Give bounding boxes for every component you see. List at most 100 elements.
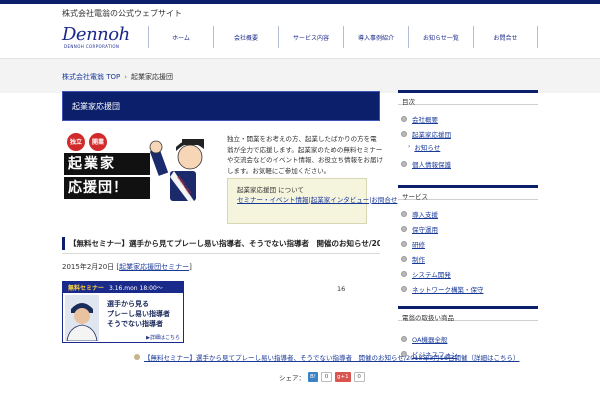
info-box: 起業家応援団 について セミナー・イベント情報|起業家インタビュー|お問合せ xyxy=(227,178,397,224)
sidebar-item-label: 研修 xyxy=(412,240,425,249)
speaker-face xyxy=(74,308,90,324)
sidebar-list: 導入支援 保守運用 研修 制作 システム開発 ネットワーク構築・保守 xyxy=(398,206,538,296)
entrepreneur-banner[interactable]: 独立 開業 起業家 応援団！ 起業家応援団 xyxy=(62,131,220,207)
banner-line-2: 応援団！ xyxy=(68,180,128,196)
info-link-interviews[interactable]: 起業家インタビュー xyxy=(311,196,370,204)
bullet-icon xyxy=(401,160,407,167)
sidebar-item-phone[interactable]: ビジネスフォン xyxy=(398,346,538,361)
sidebar-item-label: 保守運用 xyxy=(412,225,438,234)
nav-item-cases[interactable]: 導入事例紹介 xyxy=(343,26,408,48)
breadcrumb: 株式会社電翁 TOP › 起業家応援団 xyxy=(62,72,173,82)
mascot-cap-top xyxy=(182,139,204,145)
post-category-link[interactable]: 起業家応援団セミナー xyxy=(119,263,189,271)
nav-item-home[interactable]: ホーム xyxy=(148,26,213,48)
nav-item-contact[interactable]: お問合せ xyxy=(473,26,538,48)
site-logo[interactable]: Dennoh DENNOH CORPORATION xyxy=(62,26,134,50)
sidebar-heading: 目次 xyxy=(398,90,538,106)
post-title-text: 【無料セミナー】選手から見てプレーし易い指導者、そうでない指導者 開催のお知らせ… xyxy=(69,239,380,248)
info-link-contact[interactable]: お問合せ xyxy=(371,196,397,204)
sidebar: 目次 会社概要 起業家応援団 › お知らせ 個人情報保護 サービス 導入支援 保守… xyxy=(398,90,538,361)
page-title: 起業家応援団 xyxy=(62,91,380,121)
hatena-bookmark-button[interactable]: B! xyxy=(308,372,318,382)
sidebar-item-label: 個人情報保護 xyxy=(412,160,451,169)
seminar-label: 無料セミナー xyxy=(68,285,105,292)
nav-item-news[interactable]: お知らせ一覧 xyxy=(408,26,473,48)
view-count: 16 xyxy=(337,285,346,293)
sidebar-subitem-news[interactable]: › お知らせ xyxy=(398,141,538,152)
post-title[interactable]: 【無料セミナー】選手から見てプレーし易い指導者、そうでない指導者 開催のお知らせ… xyxy=(62,234,380,254)
sidebar-item-label: 導入支援 xyxy=(412,210,438,219)
site-tagline: 株式会社電翁の公式ウェブサイト xyxy=(62,9,182,18)
bullet-icon xyxy=(401,285,407,292)
sidebar-heading: 電翁の取扱い商品 xyxy=(398,306,538,322)
sidebar-item-company[interactable]: 会社概要 xyxy=(398,111,538,126)
banner-line-1: 起業家 xyxy=(68,156,116,172)
bullet-icon xyxy=(401,335,407,342)
gplus-count: 0 xyxy=(353,372,365,382)
seminar-line-3: そうでない指導者 xyxy=(107,320,163,328)
top-accent-bar xyxy=(0,0,600,4)
sidebar-item-oa[interactable]: OA機器全般 xyxy=(398,331,538,346)
sidebar-item-label: システム開発 xyxy=(412,270,451,279)
sidebar-heading: サービス xyxy=(398,185,538,201)
sidebar-list: OA機器全般 ビジネスフォン xyxy=(398,331,538,361)
seminar-more-link[interactable]: ▶詳細はこちら xyxy=(146,334,180,341)
sidebar-item-production[interactable]: 制作 xyxy=(398,251,538,266)
seminar-text: 選手から見る プレーし易い指導者 そうでない指導者 xyxy=(107,299,170,329)
nav-item-company[interactable]: 会社概要 xyxy=(213,26,278,48)
main-nav: ホーム 会社概要 サービス内容 導入事例紹介 お知らせ一覧 お問合せ xyxy=(148,26,538,48)
sidebar-item-label: ネットワーク構築・保守 xyxy=(412,285,484,294)
sidebar-item-label: 起業家応援団 xyxy=(412,130,451,139)
sidebar-section-services: サービス 導入支援 保守運用 研修 制作 システム開発 ネットワーク構築・保守 xyxy=(398,185,538,296)
seminar-banner-body: 選手から見る プレーし易い指導者 そうでない指導者 ▶詳細はこちら xyxy=(63,293,183,342)
seminar-banner-header: 無料セミナー 3.16.mon 18:00〜 xyxy=(63,282,183,293)
bullet-icon xyxy=(401,350,407,357)
seminar-line-2: プレーし易い指導者 xyxy=(107,310,170,318)
bullet-icon xyxy=(401,255,407,262)
post-meta: 2015年2月20日 [起業家応援団セミナー] xyxy=(62,263,192,271)
related-bullet-icon xyxy=(134,354,140,360)
sidebar-subitem-label: お知らせ xyxy=(414,143,441,152)
gplus-button[interactable]: g+1 xyxy=(334,372,351,382)
bullet-icon xyxy=(401,115,407,122)
bullet-icon xyxy=(401,240,407,247)
sidebar-item-network[interactable]: ネットワーク構築・保守 xyxy=(398,281,538,296)
banner-tag-1: 独立 xyxy=(70,139,83,146)
seminar-banner[interactable]: 無料セミナー 3.16.mon 18:00〜 選手から見る プレーし易い指導者 … xyxy=(62,281,184,343)
sidebar-item-system-dev[interactable]: システム開発 xyxy=(398,266,538,281)
share-bar: シェア： B! 0 g+1 0 xyxy=(279,372,365,382)
sidebar-item-label: 会社概要 xyxy=(412,115,438,124)
bullet-icon xyxy=(401,270,407,277)
hatena-count: 0 xyxy=(320,372,332,382)
sidebar-section-contents: 目次 会社概要 起業家応援団 › お知らせ 個人情報保護 xyxy=(398,90,538,171)
bullet-icon xyxy=(401,130,407,137)
bullet-icon xyxy=(401,210,407,217)
banner-tag-2: 開業 xyxy=(92,139,105,146)
mascot-fist xyxy=(149,140,163,154)
chevron-right-icon: › xyxy=(408,143,411,150)
sidebar-item-entrepreneur[interactable]: 起業家応援団 xyxy=(398,126,538,141)
share-label: シェア： xyxy=(279,374,305,382)
bullet-icon xyxy=(401,225,407,232)
breadcrumb-home-link[interactable]: 株式会社電翁 TOP xyxy=(62,72,120,82)
sidebar-item-training[interactable]: 研修 xyxy=(398,236,538,251)
sidebar-list: 会社概要 起業家応援団 › お知らせ 個人情報保護 xyxy=(398,111,538,171)
intro-paragraph: 独立・開業をお考えの方、起業したばかりの方を電翁が全力で応援します。起業家のため… xyxy=(227,135,383,175)
seminar-date: 3.16.mon 18:00〜 xyxy=(109,285,163,292)
post-title-marker xyxy=(62,237,65,250)
sidebar-item-privacy[interactable]: 個人情報保護 xyxy=(398,156,538,171)
seminar-line-1: 選手から見る xyxy=(107,300,149,308)
sidebar-item-label: 制作 xyxy=(412,255,425,264)
sidebar-item-label: OA機器全般 xyxy=(412,335,448,344)
sidebar-item-label: ビジネスフォン xyxy=(412,350,458,359)
sidebar-item-maintenance[interactable]: 保守運用 xyxy=(398,221,538,236)
breadcrumb-separator: › xyxy=(124,73,128,81)
sidebar-item-support[interactable]: 導入支援 xyxy=(398,206,538,221)
info-box-heading: 起業家応援団 について xyxy=(237,186,304,194)
sidebar-section-products: 電翁の取扱い商品 OA機器全般 ビジネスフォン xyxy=(398,306,538,361)
breadcrumb-current: 起業家応援団 xyxy=(131,73,174,81)
info-link-events[interactable]: セミナー・イベント情報 xyxy=(237,196,309,204)
nav-item-services[interactable]: サービス内容 xyxy=(278,26,343,48)
mascot-head xyxy=(177,144,203,170)
post-date: 2015年2月20日 xyxy=(62,263,115,271)
